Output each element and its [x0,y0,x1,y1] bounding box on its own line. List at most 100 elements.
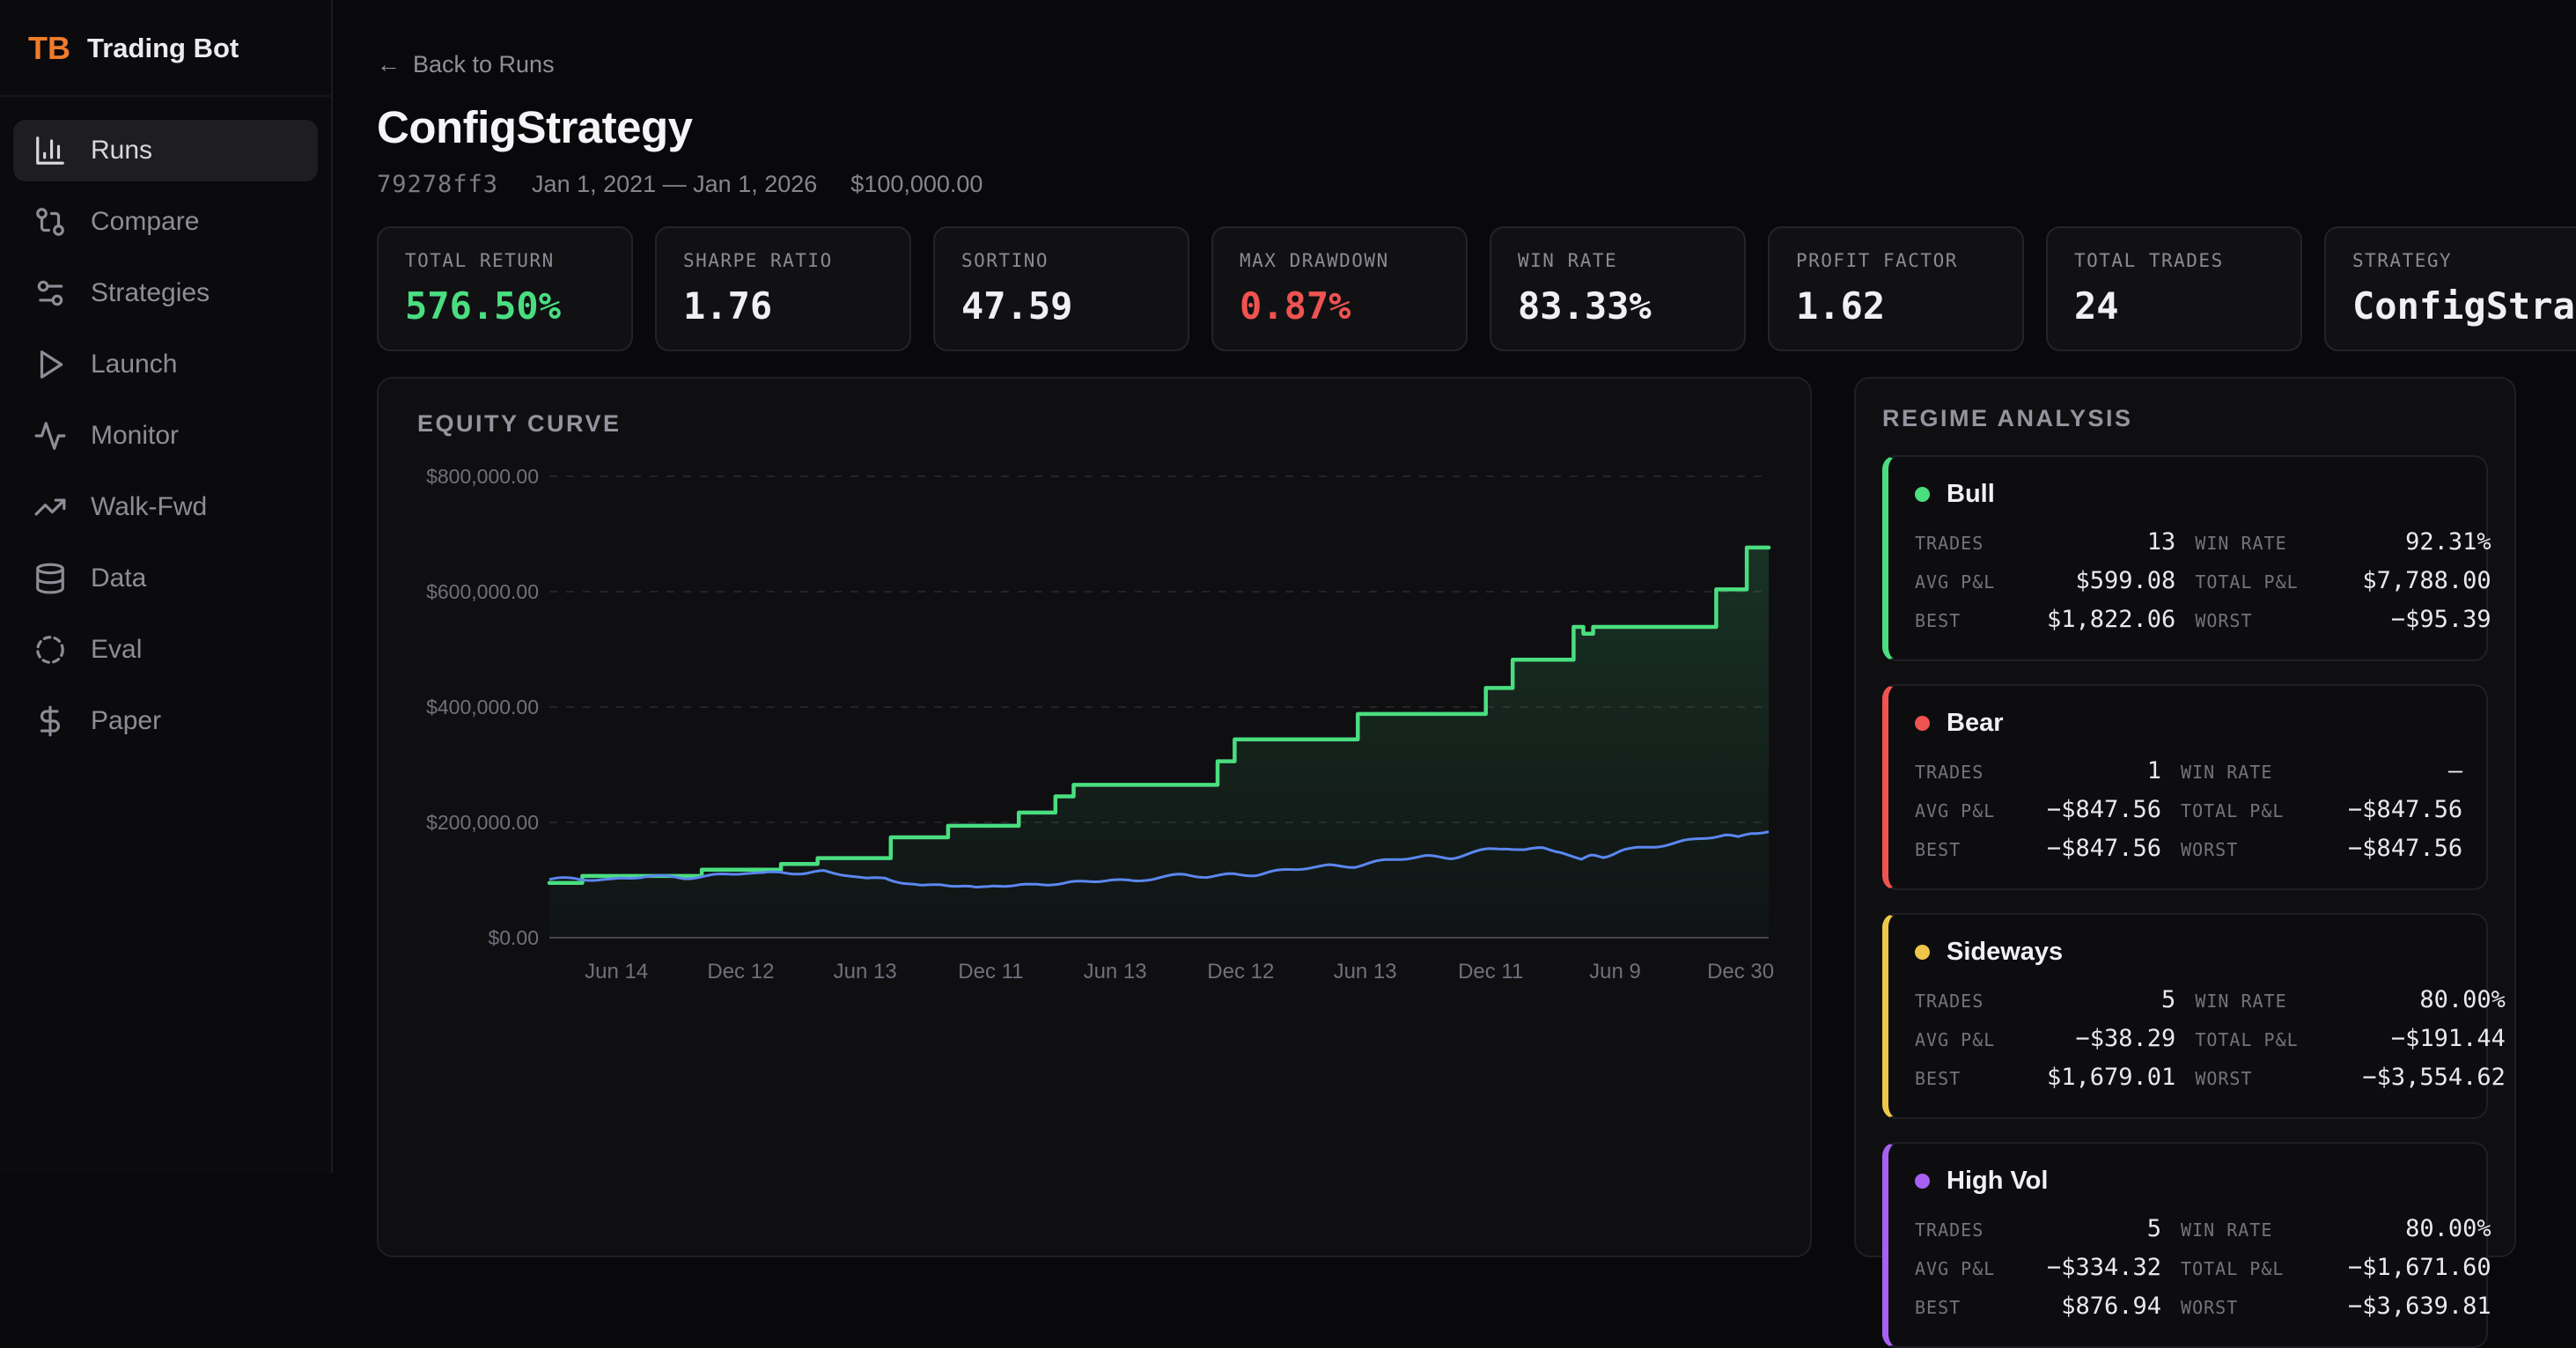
activity-icon [33,419,67,453]
sidebar-item-compare[interactable]: Compare [13,191,318,253]
regime-stats-grid: TRADES 5 WIN RATE 80.00% AVG P&L −$334.3… [1915,1215,2458,1320]
trades-value: 5 [2047,1215,2161,1242]
total-pnl-value: −$191.44 [2362,1025,2506,1052]
stat-label: SHARPE RATIO [683,250,883,271]
worst-value: −$95.39 [2362,606,2491,633]
best-value: $876.94 [2047,1293,2161,1320]
run-date-range: Jan 1, 2021 — Jan 1, 2026 [532,171,817,198]
svg-text:Jun 14: Jun 14 [585,960,648,983]
total-pnl-label: TOTAL P&L [2195,571,2343,593]
svg-text:$200,000.00: $200,000.00 [426,811,539,834]
high-vol-dot-icon [1915,1174,1930,1189]
total-pnl-value: −$847.56 [2348,796,2462,823]
best-value: −$847.56 [2047,835,2161,862]
stat-label: TOTAL TRADES [2074,250,2274,271]
best-label: BEST [1915,610,2028,631]
regime-card-high-vol: High Vol TRADES 5 WIN RATE 80.00% AVG P&… [1882,1142,2488,1348]
svg-text:$0.00: $0.00 [488,926,539,949]
svg-text:Jun 13: Jun 13 [1334,960,1397,983]
stat-label: PROFIT FACTOR [1796,250,1996,271]
total-pnl-label: TOTAL P&L [2195,1029,2343,1050]
worst-label: WORST [2195,1068,2343,1089]
best-label: BEST [1915,839,2028,860]
avg-pnl-label: AVG P&L [1915,800,2028,821]
stat-card-max-drawdown: MAX DRAWDOWN 0.87% [1211,226,1468,351]
sidebar-item-launch[interactable]: Launch [13,334,318,395]
total-pnl-value: $7,788.00 [2362,567,2491,594]
stat-card-win-rate: WIN RATE 83.33% [1490,226,1746,351]
worst-value: −$3,554.62 [2362,1064,2506,1091]
git-compare-icon [33,205,67,239]
regime-name: Sideways [1947,938,2063,967]
worst-label: WORST [2195,610,2343,631]
stats-row: TOTAL RETURN 576.50% SHARPE RATIO 1.76 S… [377,226,2576,351]
sidebar-nav: Runs Compare Strategies Launch Monitor W… [0,97,331,784]
run-id: 79278ff3 [377,171,498,198]
total-pnl-label: TOTAL P&L [2181,1258,2329,1279]
stat-value: 1.76 [683,284,883,328]
sidebar-item-label: Compare [91,207,199,237]
equity-curve-card: EQUITY CURVE $0.00$200,000.00$400,000.00… [377,377,1812,1257]
run-starting-capital: $100,000.00 [850,171,983,198]
sidebar-item-runs[interactable]: Runs [13,120,318,181]
bear-dot-icon [1915,716,1930,731]
trades-label: TRADES [1915,991,2028,1012]
best-label: BEST [1915,1297,2028,1318]
stat-value: ConfigStrategy [2352,284,2576,328]
regime-stats-grid: TRADES 1 WIN RATE — AVG P&L −$847.56 TOT… [1915,757,2458,862]
stat-value: 0.87% [1240,284,1439,328]
best-value: $1,679.01 [2047,1064,2175,1091]
regime-card-bear: Bear TRADES 1 WIN RATE — AVG P&L −$847.5… [1882,684,2488,890]
trades-label: TRADES [1915,1219,2028,1241]
svg-text:Dec 11: Dec 11 [958,960,1023,983]
dashed-circle-icon [33,633,67,667]
total-pnl-label: TOTAL P&L [2181,800,2329,821]
bull-dot-icon [1915,487,1930,502]
worst-label: WORST [2181,1297,2329,1318]
sidebar-item-paper[interactable]: Paper [13,690,318,752]
regime-analysis-title: REGIME ANALYSIS [1882,405,2488,432]
trades-label: TRADES [1915,762,2028,783]
stat-label: MAX DRAWDOWN [1240,250,1439,271]
sidebar-item-walk-fwd[interactable]: Walk-Fwd [13,476,318,538]
sidebar-item-label: Strategies [91,278,210,308]
page-title: ConfigStrategy [377,101,2576,153]
sidebar-item-data[interactable]: Data [13,548,318,609]
regime-card-bull: Bull TRADES 13 WIN RATE 92.31% AVG P&L $… [1882,455,2488,661]
total-pnl-value: −$1,671.60 [2348,1254,2491,1281]
back-to-runs-link[interactable]: ← Back to Runs [377,51,555,78]
back-link-label: Back to Runs [413,51,555,78]
win-rate-value: 92.31% [2362,528,2491,556]
best-label: BEST [1915,1068,2028,1089]
logo-badge: TB [28,30,70,67]
dollar-icon [33,704,67,738]
win-rate-value: 80.00% [2362,986,2506,1013]
svg-text:Dec 11: Dec 11 [1458,960,1523,983]
sidebar-item-label: Monitor [91,421,179,451]
win-rate-label: WIN RATE [2195,991,2343,1012]
run-meta: 79278ff3 Jan 1, 2021 — Jan 1, 2026 $100,… [377,171,2576,198]
svg-text:Dec 30: Dec 30 [1707,960,1774,983]
stat-label: SORTINO [961,250,1161,271]
sidebar-item-strategies[interactable]: Strategies [13,262,318,324]
left-arrow-icon: ← [377,51,401,78]
stat-card-profit-factor: PROFIT FACTOR 1.62 [1768,226,2024,351]
svg-text:$400,000.00: $400,000.00 [426,696,539,718]
sidebar-item-eval[interactable]: Eval [13,619,318,681]
regime-title-row: Bull [1915,480,2458,509]
svg-text:Jun 13: Jun 13 [1084,960,1147,983]
play-icon [33,348,67,381]
database-icon [33,562,67,595]
stat-value: 47.59 [961,284,1161,328]
stat-label: STRATEGY [2352,250,2576,271]
svg-text:Jun 9: Jun 9 [1589,960,1641,983]
stat-card-total-trades: TOTAL TRADES 24 [2046,226,2302,351]
sidebar-item-label: Runs [91,136,152,166]
sidebar-item-monitor[interactable]: Monitor [13,405,318,467]
sidebar-item-label: Launch [91,350,177,379]
bar-chart-icon [33,134,67,167]
regime-title-row: High Vol [1915,1167,2458,1196]
regime-title-row: Bear [1915,709,2458,738]
regime-title-row: Sideways [1915,938,2458,967]
stat-card-sortino: SORTINO 47.59 [933,226,1189,351]
